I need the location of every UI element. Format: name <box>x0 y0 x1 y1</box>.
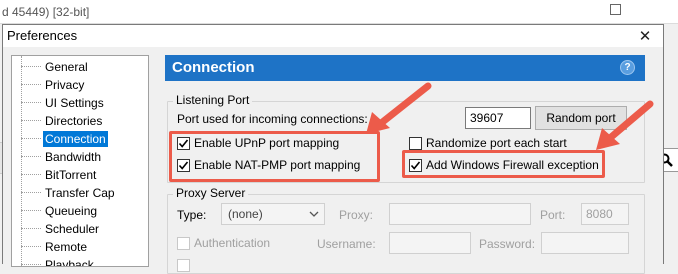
annotation-highlight-box <box>402 150 605 178</box>
tree-item-label: Transfer Cap <box>45 185 115 200</box>
tree-item-remote[interactable]: Remote <box>21 238 89 255</box>
tree-item-playback[interactable]: Playback <box>21 256 96 267</box>
tree-item-label: UI Settings <box>45 95 104 110</box>
tree-item-label: Scheduler <box>45 221 100 236</box>
tree-item-connection[interactable]: Connection <box>21 130 108 147</box>
checkbox-box <box>177 236 190 250</box>
chevron-down-icon <box>309 211 319 217</box>
tree-item-label: Bandwidth <box>45 149 102 164</box>
proxy-server-title: Proxy Server <box>173 186 249 200</box>
checkbox-box <box>177 259 190 272</box>
port-input[interactable] <box>465 107 531 129</box>
proxy-host-input[interactable] <box>389 203 531 225</box>
proxy-port-input[interactable] <box>581 203 629 225</box>
proxy-type-label: Type: <box>177 208 207 222</box>
annotation-arrow <box>366 82 432 134</box>
tree-item-label: Queueing <box>45 203 98 218</box>
maximize-icon[interactable] <box>610 4 621 15</box>
username-label: Username: <box>317 237 376 251</box>
proxy-port-label: Port: <box>540 208 566 222</box>
authentication-label: Authentication <box>194 236 271 250</box>
tree-item-label: Playback <box>45 257 94 267</box>
username-input[interactable] <box>389 232 471 254</box>
background-window-titlebar: d 45449) [32-bit] <box>0 0 678 24</box>
tree-item-label: Connection <box>43 130 108 147</box>
background-window-title: d 45449) [32-bit] <box>2 5 90 19</box>
tree-item-bandwidth[interactable]: Bandwidth <box>21 148 103 165</box>
password-label: Password: <box>479 237 536 251</box>
tree-item-scheduler[interactable]: Scheduler <box>21 220 101 237</box>
tree-item-general[interactable]: General <box>21 58 90 75</box>
authentication-checkbox[interactable]: Authentication <box>177 236 270 250</box>
dialog-title: Preferences <box>7 28 78 43</box>
proxy-host-label: Proxy: <box>339 208 374 222</box>
pane-header: Connection ? <box>165 55 645 81</box>
password-input[interactable] <box>541 232 629 254</box>
annotation-highlight-box <box>169 131 380 182</box>
preferences-tree[interactable]: General Privacy UI Settings Directories … <box>11 55 149 267</box>
listening-port-title: Listening Port <box>173 93 253 107</box>
tree-item-ui-settings[interactable]: UI Settings <box>21 94 106 111</box>
tree-item-transfer-cap[interactable]: Transfer Cap <box>21 184 117 201</box>
tree-item-label: Privacy <box>45 77 85 92</box>
tree-item-bittorrent[interactable]: BitTorrent <box>21 166 98 183</box>
port-label: Port used for incoming connections: <box>177 112 368 126</box>
tree-item-queueing[interactable]: Queueing <box>21 202 99 219</box>
proxy-type-select[interactable]: (none) <box>221 203 325 225</box>
tree-item-label: Directories <box>45 113 103 128</box>
partially-visible-checkbox[interactable] <box>177 259 194 272</box>
proxy-type-value: (none) <box>228 207 263 221</box>
dialog-titlebar: Preferences ✕ <box>3 25 663 47</box>
pane-title: Connection <box>172 59 255 76</box>
tree-item-label: General <box>45 59 88 74</box>
tree-item-directories[interactable]: Directories <box>21 112 104 129</box>
tree-item-label: BitTorrent <box>45 167 97 182</box>
annotation-arrow <box>596 100 654 150</box>
close-icon[interactable]: ✕ <box>633 25 657 47</box>
question-icon[interactable]: ? <box>620 60 635 75</box>
tree-item-label: Remote <box>45 239 88 254</box>
checkbox-box <box>409 136 422 150</box>
tree-item-privacy[interactable]: Privacy <box>21 76 86 93</box>
randomize-port-checkbox[interactable]: Randomize port each start <box>409 136 567 150</box>
randomize-port-label: Randomize port each start <box>426 136 567 150</box>
